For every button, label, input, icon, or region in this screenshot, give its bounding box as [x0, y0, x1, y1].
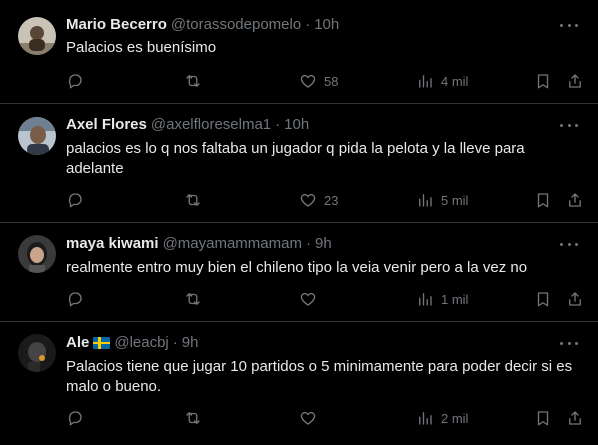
reply-feed: Mario Becerro @torassodepomelo · 10h Pal…	[0, 0, 598, 445]
retweet-icon	[186, 75, 200, 87]
sweden-flag-icon	[93, 336, 111, 349]
views-count: 2 mil	[441, 410, 469, 426]
reply-icon	[68, 193, 82, 208]
reply-icon	[68, 411, 82, 426]
views-icon	[419, 75, 432, 88]
share-button[interactable]	[566, 289, 584, 309]
author-name[interactable]: Mario Becerro	[66, 16, 167, 33]
retweet-button[interactable]	[184, 408, 209, 428]
author-handle[interactable]: @axelfloreselma1	[151, 116, 271, 133]
avatar[interactable]	[18, 235, 56, 273]
like-count: 23	[324, 192, 339, 208]
author-name[interactable]: maya kiwami	[66, 235, 159, 252]
like-button[interactable]: 58	[299, 71, 338, 91]
views-button[interactable]: 2 mil	[416, 408, 468, 428]
separator: ·	[275, 116, 281, 133]
bookmark-button[interactable]	[534, 408, 552, 428]
timestamp[interactable]: 10h	[284, 116, 309, 133]
bookmark-button[interactable]	[534, 289, 552, 309]
reply-button[interactable]	[66, 71, 91, 91]
avatar[interactable]	[18, 334, 56, 372]
reply-icon	[68, 292, 82, 307]
like-icon	[300, 411, 316, 425]
share-button[interactable]	[566, 190, 584, 210]
like-icon	[300, 193, 316, 207]
tweet-header: Mario Becerro @torassodepomelo · 10h	[66, 16, 339, 33]
share-button[interactable]	[566, 408, 584, 428]
author-handle[interactable]: @leacbj	[114, 334, 168, 351]
views-count: 4 mil	[441, 73, 469, 89]
retweet-icon	[186, 293, 200, 305]
retweet-button[interactable]	[184, 289, 209, 309]
action-bar: 2 mil	[66, 408, 586, 428]
views-icon	[419, 293, 432, 306]
bookmark-button[interactable]	[534, 71, 552, 91]
like-button[interactable]: 23	[299, 190, 338, 210]
reply-button[interactable]	[66, 408, 91, 428]
tweet-header: maya kiwami @mayamammamam · 9h	[66, 235, 332, 252]
tweet[interactable]: maya kiwami @mayamammamam · 9h realmente…	[0, 223, 598, 322]
bookmark-icon	[537, 193, 549, 208]
bookmark-icon	[537, 411, 549, 426]
more-icon[interactable]	[560, 336, 578, 350]
author-handle[interactable]: @torassodepomelo	[171, 16, 301, 33]
tweet-header: Ale @leacbj · 9h	[66, 334, 198, 351]
separator: ·	[172, 334, 178, 351]
views-icon	[419, 412, 432, 425]
more-icon[interactable]	[560, 18, 578, 32]
reply-button[interactable]	[66, 289, 91, 309]
reply-button[interactable]	[66, 190, 91, 210]
retweet-button[interactable]	[184, 190, 209, 210]
views-count: 5 mil	[441, 192, 469, 208]
action-bar: 1 mil	[66, 289, 586, 309]
like-icon	[300, 292, 316, 306]
tweet-text: Palacios tiene que jugar 10 partidos o 5…	[66, 358, 573, 395]
tweet-text: realmente entro muy bien el chileno tipo…	[66, 259, 528, 276]
tweet-text: palacios es lo q nos faltaba un jugador …	[66, 140, 525, 177]
like-icon	[300, 74, 316, 88]
avatar[interactable]	[18, 17, 56, 55]
retweet-icon	[186, 412, 200, 424]
tweet[interactable]: Ale @leacbj · 9h Palacios tiene que juga…	[0, 322, 598, 445]
tweet-header: Axel Flores @axelfloreselma1 · 10h	[66, 116, 309, 133]
author-name[interactable]: Axel Flores	[66, 116, 147, 133]
action-bar: 58 4 mil	[66, 71, 586, 91]
timestamp[interactable]: 10h	[314, 16, 339, 33]
like-button[interactable]	[299, 408, 324, 428]
views-button[interactable]: 4 mil	[416, 71, 468, 91]
more-icon[interactable]	[560, 118, 578, 132]
share-icon	[569, 193, 581, 207]
bookmark-button[interactable]	[534, 190, 552, 210]
reply-icon	[68, 74, 82, 89]
views-button[interactable]: 5 mil	[416, 190, 468, 210]
separator: ·	[305, 16, 311, 33]
like-button[interactable]	[299, 289, 324, 309]
share-icon	[569, 74, 581, 88]
share-icon	[569, 411, 581, 425]
share-icon	[569, 292, 581, 306]
timestamp[interactable]: 9h	[182, 334, 199, 351]
author-handle[interactable]: @mayamammamam	[163, 235, 302, 252]
like-count: 58	[324, 73, 339, 89]
separator: ·	[305, 235, 311, 252]
views-count: 1 mil	[441, 291, 469, 307]
more-icon[interactable]	[560, 237, 578, 251]
views-icon	[419, 194, 432, 207]
action-bar: 23 5 mil	[66, 190, 586, 210]
share-button[interactable]	[566, 71, 584, 91]
avatar[interactable]	[18, 117, 56, 155]
tweet[interactable]: Axel Flores @axelfloreselma1 · 10h palac…	[0, 104, 598, 223]
tweet-text: Palacios es buenísimo	[66, 39, 217, 56]
tweet[interactable]: Mario Becerro @torassodepomelo · 10h Pal…	[0, 0, 598, 104]
retweet-button[interactable]	[184, 71, 209, 91]
views-button[interactable]: 1 mil	[416, 289, 468, 309]
retweet-icon	[186, 194, 200, 206]
author-name[interactable]: Ale	[66, 334, 89, 351]
bookmark-icon	[537, 74, 549, 89]
bookmark-icon	[537, 292, 549, 307]
timestamp[interactable]: 9h	[315, 235, 332, 252]
